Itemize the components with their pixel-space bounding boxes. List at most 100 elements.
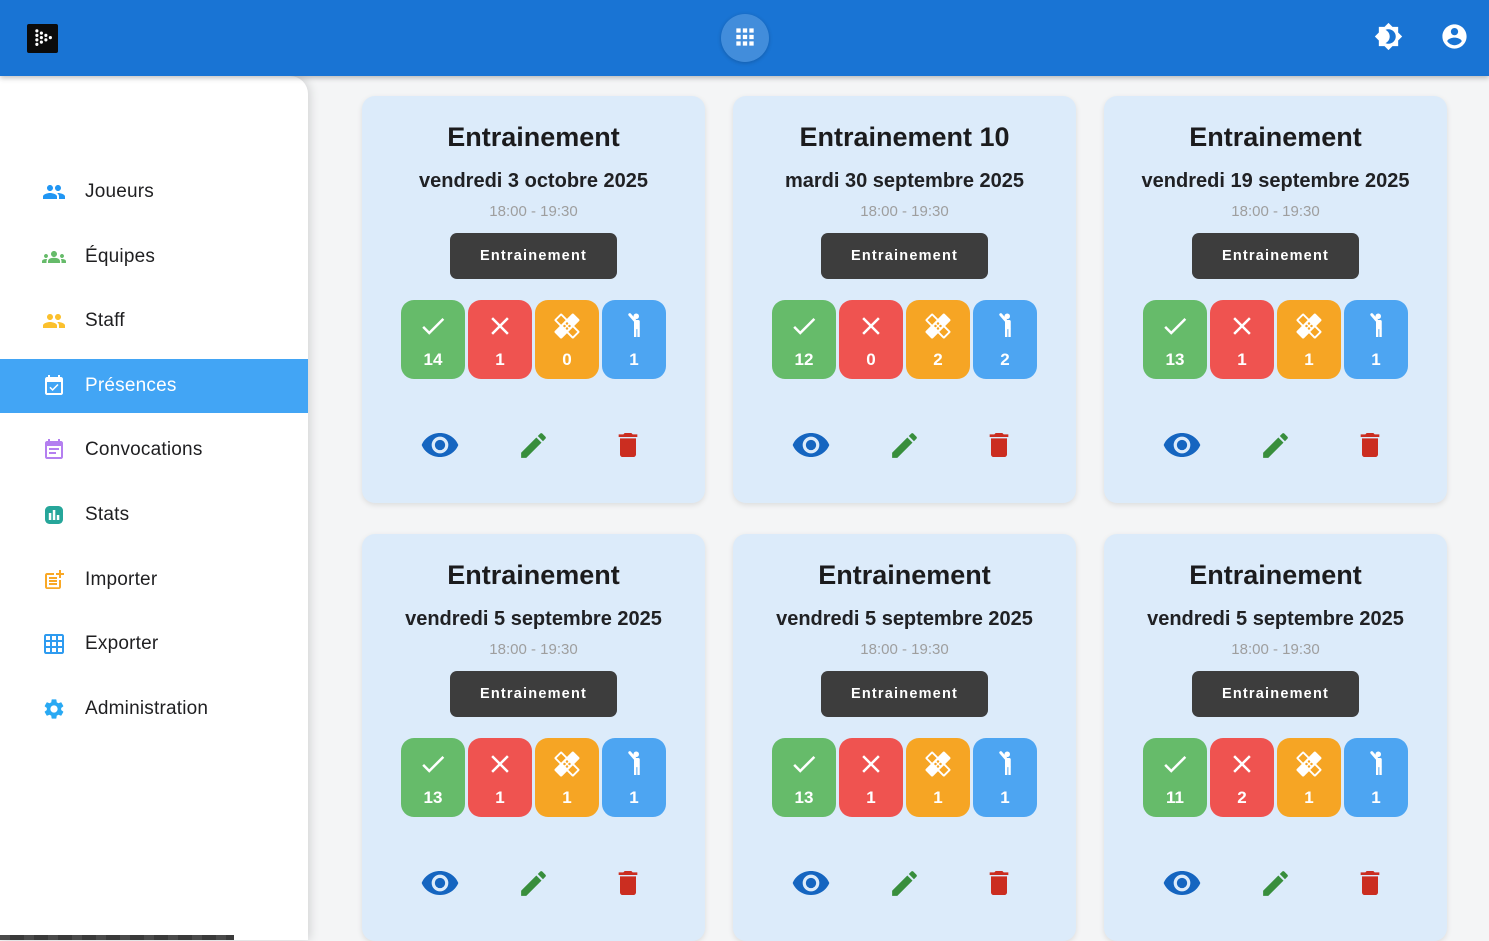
- sidebar-item-importer[interactable]: Importer: [0, 553, 308, 607]
- session-card: Entrainement 10 mardi 30 septembre 2025 …: [733, 96, 1076, 503]
- bar-chart-icon: [42, 503, 66, 527]
- sidebar-item-label: Présences: [85, 375, 177, 397]
- stat-excused-box: 1: [1344, 738, 1408, 817]
- delete-button[interactable]: [980, 425, 1018, 465]
- main-content: Entrainement vendredi 3 octobre 2025 18:…: [308, 76, 1489, 940]
- card-actions: [733, 863, 1076, 903]
- check-icon: [789, 749, 819, 779]
- stat-absent-box: 1: [468, 738, 532, 817]
- sidebar-item-exporter[interactable]: Exporter: [0, 617, 308, 671]
- stat-absent-count: 2: [1237, 788, 1246, 808]
- card-date: vendredi 5 septembre 2025: [1104, 608, 1447, 630]
- stat-absent-box: 1: [468, 300, 532, 379]
- trash-icon: [612, 429, 644, 461]
- account-button[interactable]: [1439, 23, 1469, 53]
- raised-hand-icon: [990, 749, 1020, 779]
- card-date: mardi 30 septembre 2025: [733, 170, 1076, 192]
- delete-button[interactable]: [609, 863, 647, 903]
- calendar-check-icon: [42, 374, 66, 398]
- edit-button[interactable]: [1257, 863, 1295, 903]
- edit-button[interactable]: [886, 863, 924, 903]
- cross-icon: [1227, 311, 1257, 341]
- app-logo[interactable]: [27, 24, 58, 53]
- bandage-icon: [923, 749, 953, 779]
- pencil-icon: [517, 867, 550, 900]
- stat-present-box: 14: [401, 300, 465, 379]
- trash-icon: [1354, 867, 1386, 899]
- sidebar-item-convocations[interactable]: Convocations: [0, 423, 308, 477]
- card-actions: [733, 425, 1076, 465]
- sidebar-item-administration[interactable]: Administration: [0, 682, 308, 736]
- view-button[interactable]: [1163, 425, 1201, 465]
- raised-hand-icon: [1361, 749, 1391, 779]
- eye-icon: [791, 863, 831, 903]
- staff-icon: [42, 309, 66, 333]
- stat-absent-box: 0: [839, 300, 903, 379]
- topbar-actions: [1373, 0, 1469, 76]
- trash-icon: [612, 867, 644, 899]
- session-type-chip: Entrainement: [1192, 233, 1359, 279]
- teams-icon: [42, 245, 66, 269]
- cross-icon: [1227, 749, 1257, 779]
- stat-injured-count: 1: [1304, 788, 1313, 808]
- view-button[interactable]: [792, 425, 830, 465]
- delete-button[interactable]: [1351, 425, 1389, 465]
- edit-button[interactable]: [515, 863, 553, 903]
- stat-injured-box: 1: [1277, 738, 1341, 817]
- session-type-chip: Entrainement: [450, 233, 617, 279]
- stat-excused-count: 2: [1000, 350, 1009, 370]
- sidebar-item-equipes[interactable]: Équipes: [0, 230, 308, 284]
- sidebar-item-staff[interactable]: Staff: [0, 294, 308, 348]
- session-card: Entrainement vendredi 19 septembre 2025 …: [1104, 96, 1447, 503]
- check-icon: [418, 749, 448, 779]
- stat-absent-box: 1: [1210, 300, 1274, 379]
- cross-icon: [856, 311, 886, 341]
- stat-absent-count: 1: [495, 350, 504, 370]
- stat-present-box: 11: [1143, 738, 1207, 817]
- delete-button[interactable]: [980, 863, 1018, 903]
- card-title: Entrainement: [362, 122, 705, 153]
- stat-excused-count: 1: [629, 788, 638, 808]
- edit-button[interactable]: [515, 425, 553, 465]
- sidebar-item-label: Exporter: [85, 633, 158, 655]
- stat-absent-box: 1: [839, 738, 903, 817]
- app-logo-icon: [29, 23, 56, 55]
- import-note-icon: [42, 568, 66, 592]
- stat-injured-count: 0: [562, 350, 571, 370]
- sidebar-item-label: Joueurs: [85, 181, 154, 203]
- bandage-icon: [552, 311, 582, 341]
- view-button[interactable]: [792, 863, 830, 903]
- attendance-stats: 12 0 2 2: [733, 300, 1076, 379]
- stat-injured-box: 1: [906, 738, 970, 817]
- session-type-chip: Entrainement: [821, 671, 988, 717]
- sidebar-item-stats[interactable]: Stats: [0, 488, 308, 542]
- stat-present-count: 12: [795, 350, 814, 370]
- cross-icon: [485, 749, 515, 779]
- apps-button[interactable]: [721, 14, 769, 62]
- raised-hand-icon: [1361, 311, 1391, 341]
- sidebar-item-joueurs[interactable]: Joueurs: [0, 165, 308, 219]
- stat-excused-box: 1: [1344, 300, 1408, 379]
- cross-icon: [485, 311, 515, 341]
- pencil-icon: [517, 429, 550, 462]
- theme-toggle-button[interactable]: [1373, 23, 1403, 53]
- sidebar-item-presences[interactable]: Présences: [0, 359, 308, 413]
- gear-icon: [42, 697, 66, 721]
- pencil-icon: [888, 429, 921, 462]
- players-icon: [42, 180, 66, 204]
- stat-injured-box: 2: [906, 300, 970, 379]
- edit-button[interactable]: [886, 425, 924, 465]
- stat-present-count: 11: [1166, 788, 1184, 808]
- view-button[interactable]: [421, 863, 459, 903]
- stat-excused-box: 1: [602, 300, 666, 379]
- delete-button[interactable]: [1351, 863, 1389, 903]
- delete-button[interactable]: [609, 425, 647, 465]
- card-title: Entrainement: [362, 560, 705, 591]
- check-icon: [418, 311, 448, 341]
- edit-button[interactable]: [1257, 425, 1295, 465]
- view-button[interactable]: [1163, 863, 1201, 903]
- raised-hand-icon: [619, 311, 649, 341]
- card-actions: [362, 863, 705, 903]
- eye-icon: [791, 425, 831, 465]
- view-button[interactable]: [421, 425, 459, 465]
